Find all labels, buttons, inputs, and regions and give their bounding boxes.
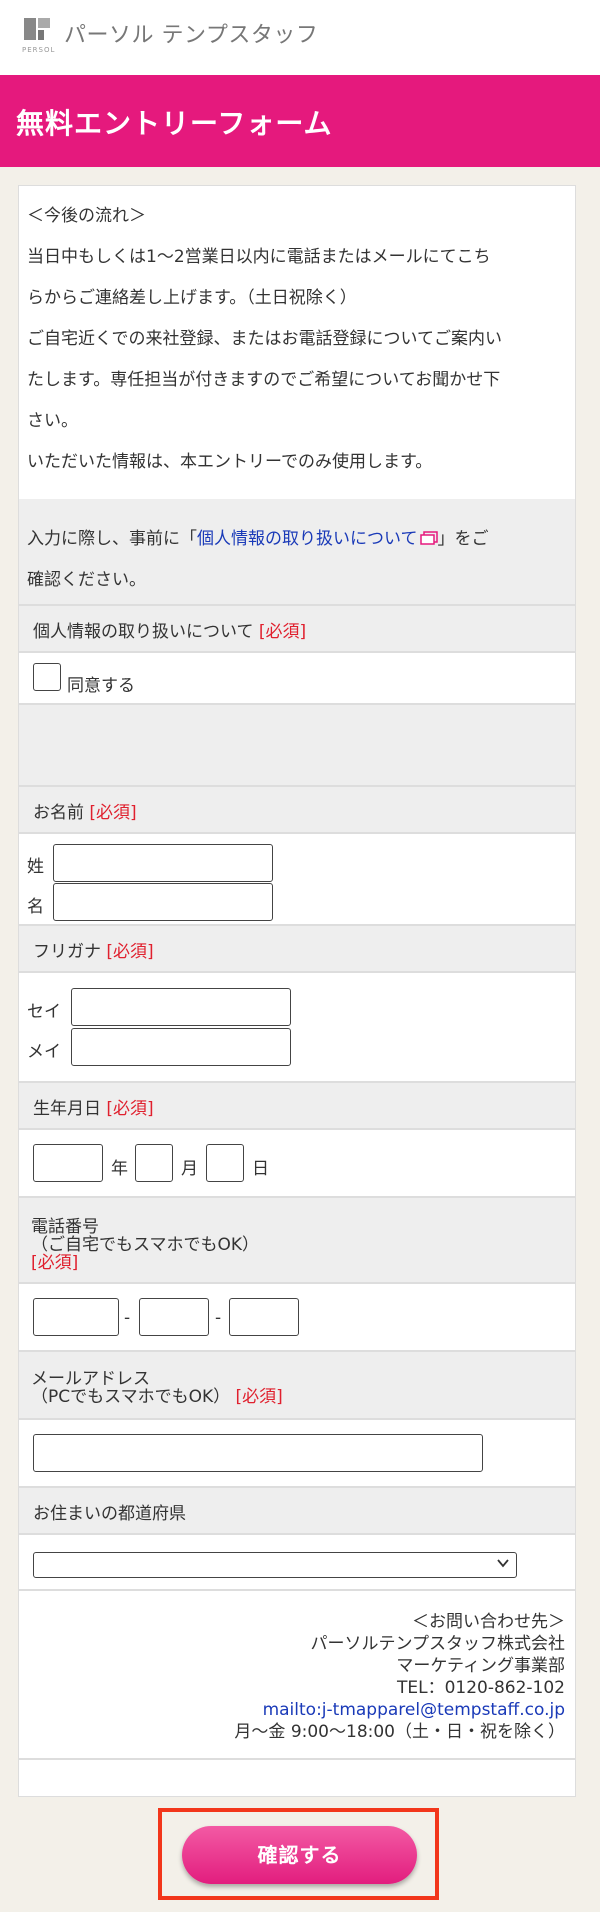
privacy-policy-link[interactable]: 個人情報の取り扱いについて — [197, 529, 418, 549]
birth-label: 生年月日 — [33, 1099, 101, 1119]
prefecture-row — [19, 1535, 575, 1589]
birth-label-row: 生年月日 [必須] — [19, 1083, 575, 1128]
phone-separator: - — [124, 1308, 131, 1328]
birth-day-input[interactable] — [206, 1144, 244, 1182]
required-badge: [必須] — [235, 1387, 283, 1407]
title-bar: 無料エントリーフォーム — [0, 75, 600, 167]
year-label: 年 — [111, 1159, 128, 1179]
agree-row: 同意する — [19, 653, 575, 703]
intro-line: たします。専任担当が付きますのでご希望についてお聞かせ下 — [27, 370, 501, 390]
external-window-icon — [419, 531, 438, 545]
phone-note: （ご自宅でもスマホでもOK） — [31, 1235, 260, 1255]
intro-line: らからご連絡差し上げます。（土日祝除く） — [27, 288, 357, 308]
required-badge: [必須] — [89, 803, 137, 823]
furigana-label: フリガナ — [33, 942, 101, 962]
contact-department: マーケティング事業部 — [396, 1656, 565, 1676]
email-label: メールアドレス — [31, 1369, 150, 1389]
phone-separator: - — [215, 1308, 222, 1328]
prefecture-label-row: お住まいの都道府県 — [19, 1488, 575, 1533]
month-label: 月 — [181, 1159, 198, 1179]
name-inputs: 姓 名 — [19, 834, 575, 924]
privacy-label-row: 個人情報の取り扱いについて [必須] — [19, 606, 575, 651]
email-note: （PCでもスマホでもOK） — [31, 1387, 231, 1407]
furigana-inputs: セイ メイ — [19, 973, 575, 1081]
privacy-notice: 入力に際し、事前に「個人情報の取り扱いについて 」をご 確認ください。 — [19, 499, 575, 604]
phone-part1-input[interactable] — [33, 1298, 119, 1336]
phone-part3-input[interactable] — [229, 1298, 299, 1336]
required-badge: [必須] — [258, 622, 307, 642]
agree-checkbox[interactable] — [33, 663, 61, 691]
intro-line: ＜今後の流れ＞ — [27, 206, 146, 226]
notice-prefix: 入力に際し、事前に「 — [27, 529, 197, 549]
prefecture-label: お住まいの都道府県 — [33, 1504, 186, 1524]
day-label: 日 — [252, 1159, 269, 1179]
required-badge: [必須] — [31, 1253, 79, 1273]
mei-kana-label: メイ — [27, 1042, 61, 1062]
last-name-input[interactable] — [53, 844, 273, 882]
contact-tel: TEL：0120-862-102 — [396, 1678, 565, 1698]
required-badge: [必須] — [106, 942, 154, 962]
phone-label: 電話番号 — [31, 1217, 99, 1237]
sei-label: 姓 — [27, 857, 44, 877]
email-label-row: メールアドレス （PCでもスマホでもOK） [必須] — [19, 1352, 575, 1418]
intro-line: ご自宅近くでの来社登録、またはお電話登録についてご案内い — [27, 329, 502, 349]
phone-inputs: - - — [19, 1284, 575, 1350]
intro-line: さい。 — [27, 411, 78, 431]
privacy-label: 個人情報の取り扱いについて — [33, 622, 254, 642]
page-title: 無料エントリーフォーム — [16, 107, 333, 140]
agree-label: 同意する — [67, 676, 135, 696]
contact-heading: ＜お問い合わせ先＞ — [412, 1612, 565, 1632]
first-name-input[interactable] — [53, 883, 273, 921]
contact-company: パーソルテンプスタッフ株式会社 — [310, 1634, 566, 1654]
brand-name: パーソル テンプスタッフ — [64, 23, 319, 48]
email-inputs — [19, 1420, 575, 1486]
first-name-kana-input[interactable] — [71, 1028, 291, 1066]
birth-year-input[interactable] — [33, 1144, 103, 1182]
confirm-highlight: 確認する — [158, 1808, 439, 1900]
divider — [19, 1758, 575, 1760]
mei-label: 名 — [27, 897, 44, 917]
logo-text: PERSOL — [22, 46, 56, 54]
last-name-kana-input[interactable] — [71, 988, 291, 1026]
contact-mail-link[interactable]: mailto:j-tmapparel@tempstaff.co.jp — [234, 1699, 565, 1721]
name-label-row: お名前 [必須] — [19, 787, 575, 832]
sei-kana-label: セイ — [27, 1002, 61, 1022]
furigana-label-row: フリガナ [必須] — [19, 926, 575, 971]
notice-suffix: 」をご — [437, 529, 489, 549]
intro-section: ＜今後の流れ＞ 当日中もしくは1〜2営業日以内に電話またはメールにてこち らから… — [19, 186, 575, 499]
contact-section: ＜お問い合わせ先＞ パーソルテンプスタッフ株式会社 マーケティング事業部 TEL… — [19, 1591, 575, 1758]
name-label: お名前 — [33, 803, 84, 823]
confirm-button[interactable]: 確認する — [182, 1826, 417, 1884]
email-input[interactable] — [33, 1434, 483, 1472]
birth-month-input[interactable] — [135, 1144, 173, 1182]
phone-part2-input[interactable] — [139, 1298, 209, 1336]
site-header: PERSOL パーソル テンプスタッフ — [0, 0, 600, 75]
required-badge: [必須] — [106, 1099, 154, 1119]
notice-line2: 確認ください。 — [27, 570, 146, 590]
entry-form: ＜今後の流れ＞ 当日中もしくは1〜2営業日以内に電話またはメールにてこち らから… — [18, 185, 576, 1797]
chevron-down-icon — [497, 1559, 509, 1568]
birth-inputs: 年 月 日 — [19, 1130, 575, 1196]
intro-line: 当日中もしくは1〜2営業日以内に電話またはメールにてこち — [27, 247, 491, 267]
intro-line: いただいた情報は、本エントリーでのみ使用します。 — [27, 452, 433, 472]
phone-label-row: 電話番号 （ご自宅でもスマホでもOK） [必須] — [19, 1198, 575, 1282]
contact-hours: 月〜金 9:00〜18:00（土・日・祝を除く） — [234, 1722, 565, 1742]
prefecture-select[interactable] — [33, 1552, 517, 1578]
spacer-section — [19, 705, 575, 785]
